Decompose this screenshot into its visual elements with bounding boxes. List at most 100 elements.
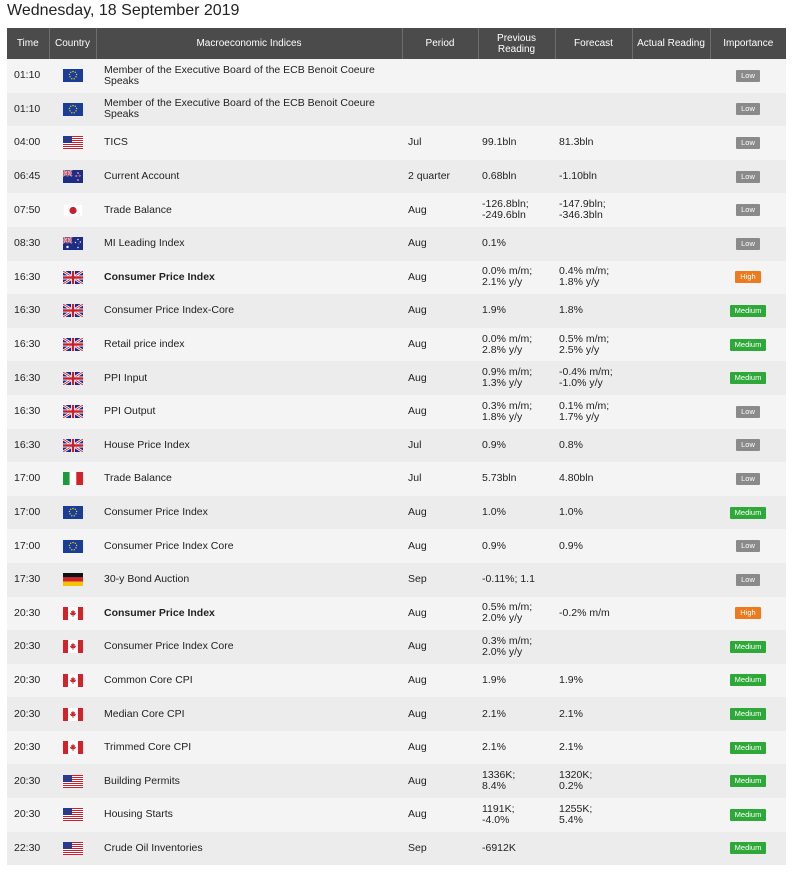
- col-header-actual[interactable]: Actual Reading: [632, 28, 711, 59]
- de-flag-icon: [62, 573, 83, 587]
- table-row[interactable]: 20:30 Trimmed Core CPI Aug 2.1% 2.1% Medium: [7, 730, 786, 765]
- col-header-forecast[interactable]: Forecast: [555, 28, 633, 59]
- table-row[interactable]: 16:30 PPI Output Aug 0.3% m/m; 1.8% y/y 0.1%…: [7, 394, 786, 429]
- event-time: 06:45: [14, 170, 41, 183]
- indicator-name[interactable]: Current Account: [96, 160, 402, 194]
- country-cell: [49, 227, 96, 261]
- indicator-name[interactable]: Trade Balance: [96, 193, 402, 227]
- previous-reading: [478, 59, 555, 93]
- indicator-name[interactable]: Building Permits: [96, 764, 402, 798]
- previous-reading: 0.9% m/m; 1.3% y/y: [482, 366, 533, 390]
- table-row[interactable]: 16:30 House Price Index Jul 0.9% 0.8% Low: [7, 428, 786, 463]
- indicator-name[interactable]: PPI Input: [96, 361, 402, 395]
- period-cell: Sep: [408, 573, 427, 586]
- importance-cell: Low: [710, 160, 786, 194]
- indicator-name[interactable]: TICS: [96, 126, 402, 160]
- table-row[interactable]: 20:30 Consumer Price Index Aug 0.5% m/m; 2.…: [7, 596, 786, 631]
- previous-reading: 1.9%: [482, 304, 506, 317]
- table-row[interactable]: 22:30 Crude Oil Inventories Sep -6912K Mediu…: [7, 831, 786, 866]
- indicator-name[interactable]: Consumer Price Index: [96, 597, 402, 631]
- forecast-value: [555, 227, 632, 261]
- period-cell: Aug: [408, 371, 427, 384]
- table-row[interactable]: 07:50 Trade Balance Aug -126.8bln; -249.6bl…: [7, 193, 786, 227]
- indicator-name[interactable]: Consumer Price Index Core: [96, 630, 402, 664]
- table-row[interactable]: 17:00 Consumer Price Index Aug 1.0% 1.0% Medi…: [7, 495, 786, 530]
- table-row[interactable]: 16:30 Retail price index Aug 0.0% m/m; 2.8%…: [7, 327, 786, 362]
- previous-reading: 5.73bln: [482, 472, 517, 485]
- indicator-name[interactable]: Consumer Price Index Core: [96, 529, 402, 563]
- indicator-name[interactable]: Member of the Executive Board of the ECB…: [96, 59, 402, 93]
- period-cell: Jul: [408, 438, 422, 451]
- indicator-name[interactable]: House Price Index: [96, 429, 402, 463]
- indicator-name[interactable]: Trimmed Core CPI: [96, 731, 402, 765]
- table-row[interactable]: 08:30 MI Leading Index Aug 0.1% Low: [7, 226, 786, 261]
- col-header-indices[interactable]: Macroeconomic Indices: [96, 28, 403, 59]
- uk-flag-icon: [62, 338, 83, 352]
- indicator-name[interactable]: Retail price index: [96, 328, 402, 362]
- indicator-name[interactable]: MI Leading Index: [96, 227, 402, 261]
- table-row[interactable]: 16:30 Consumer Price Index Aug 0.0% m/m; 2.…: [7, 260, 786, 295]
- table-row[interactable]: 17:00 Consumer Price Index Core Aug 0.9% 0.9…: [7, 529, 786, 563]
- country-cell: [49, 664, 96, 698]
- table-row[interactable]: 16:30 Consumer Price Index-Core Aug 1.9% 1.8…: [7, 294, 786, 328]
- table-row[interactable]: 17:30 30-y Bond Auction Sep -0.11%; 1.1 Low: [7, 562, 786, 597]
- uk-flag-icon: [62, 270, 83, 284]
- forecast-value: 2.1%: [559, 741, 583, 754]
- forecast-value: 1320K; 0.2%: [559, 769, 593, 793]
- table-row[interactable]: 06:45 Current Account 2 quarter 0.68bln -1.1…: [7, 159, 786, 194]
- country-cell: [49, 261, 96, 295]
- forecast-value: [555, 832, 632, 866]
- au-flag-icon: [62, 237, 83, 251]
- col-header-time[interactable]: Time: [7, 28, 50, 59]
- table-row[interactable]: 04:00 TICS Jul 99.1bln 81.3bln Low: [7, 126, 786, 160]
- actual-reading: [632, 227, 710, 261]
- table-row[interactable]: 20:30 Consumer Price Index Core Aug 0.3% m/…: [7, 630, 786, 664]
- country-cell: [49, 630, 96, 664]
- period-cell: Aug: [408, 405, 427, 418]
- indicator-name[interactable]: Housing Starts: [96, 798, 402, 832]
- indicator-name[interactable]: Trade Balance: [96, 462, 402, 496]
- table-row[interactable]: 20:30 Median Core CPI Aug 2.1% 2.1% Medium: [7, 697, 786, 731]
- indicator-name[interactable]: Common Core CPI: [96, 664, 402, 698]
- period-cell: Aug: [408, 606, 427, 619]
- col-header-country[interactable]: Country: [49, 28, 97, 59]
- indicator-name[interactable]: Median Core CPI: [96, 697, 402, 731]
- table-row[interactable]: 01:10 Member of the Executive Board of th…: [7, 59, 786, 93]
- importance-cell: High: [710, 597, 786, 631]
- importance-badge: High: [735, 271, 761, 284]
- indicator-name[interactable]: PPI Output: [96, 395, 402, 429]
- table-row[interactable]: 20:30 Common Core CPI Aug 1.9% 1.9% Medium: [7, 663, 786, 698]
- actual-reading: [632, 664, 710, 698]
- event-time: 20:30: [14, 707, 41, 720]
- importance-cell: Low: [710, 227, 786, 261]
- table-row[interactable]: 20:30 Building Permits Aug 1336K; 8.4% 1320K…: [7, 764, 786, 799]
- period-cell: Jul: [408, 472, 422, 485]
- actual-reading: [632, 126, 710, 160]
- previous-reading: 0.9%: [482, 438, 506, 451]
- importance-cell: Medium: [710, 731, 786, 765]
- country-cell: [49, 462, 96, 496]
- indicator-name[interactable]: 30-y Bond Auction: [96, 563, 402, 597]
- table-row[interactable]: 17:00 Trade Balance Jul 5.73bln 4.80bln Low: [7, 462, 786, 496]
- importance-cell: Low: [710, 529, 786, 563]
- importance-cell: Medium: [710, 764, 786, 798]
- indicator-name[interactable]: Consumer Price Index-Core: [96, 294, 402, 328]
- importance-badge: Low: [736, 573, 760, 586]
- indicator-name[interactable]: Consumer Price Index: [96, 261, 402, 295]
- table-row[interactable]: 20:30 Housing Starts Aug 1191K; -4.0% 1255K;…: [7, 798, 786, 832]
- event-time: 16:30: [14, 304, 41, 317]
- indicator-name[interactable]: Consumer Price Index: [96, 496, 402, 530]
- indicator-name[interactable]: Crude Oil Inventories: [96, 832, 402, 866]
- col-header-previous[interactable]: Previous Reading: [478, 28, 556, 59]
- col-header-importance[interactable]: Importance: [710, 28, 786, 59]
- table-row[interactable]: 01:10 Member of the Executive Board of th…: [7, 92, 786, 127]
- indicator-name[interactable]: Member of the Executive Board of the ECB…: [96, 93, 402, 127]
- period-cell: Aug: [408, 774, 427, 787]
- uk-flag-icon: [62, 371, 83, 385]
- importance-cell: Low: [710, 395, 786, 429]
- actual-reading: [632, 193, 710, 227]
- table-row[interactable]: 16:30 PPI Input Aug 0.9% m/m; 1.3% y/y -0.4%…: [7, 361, 786, 395]
- forecast-value: 4.80bln: [559, 472, 594, 485]
- col-header-period[interactable]: Period: [402, 28, 479, 59]
- event-time: 07:50: [14, 203, 41, 216]
